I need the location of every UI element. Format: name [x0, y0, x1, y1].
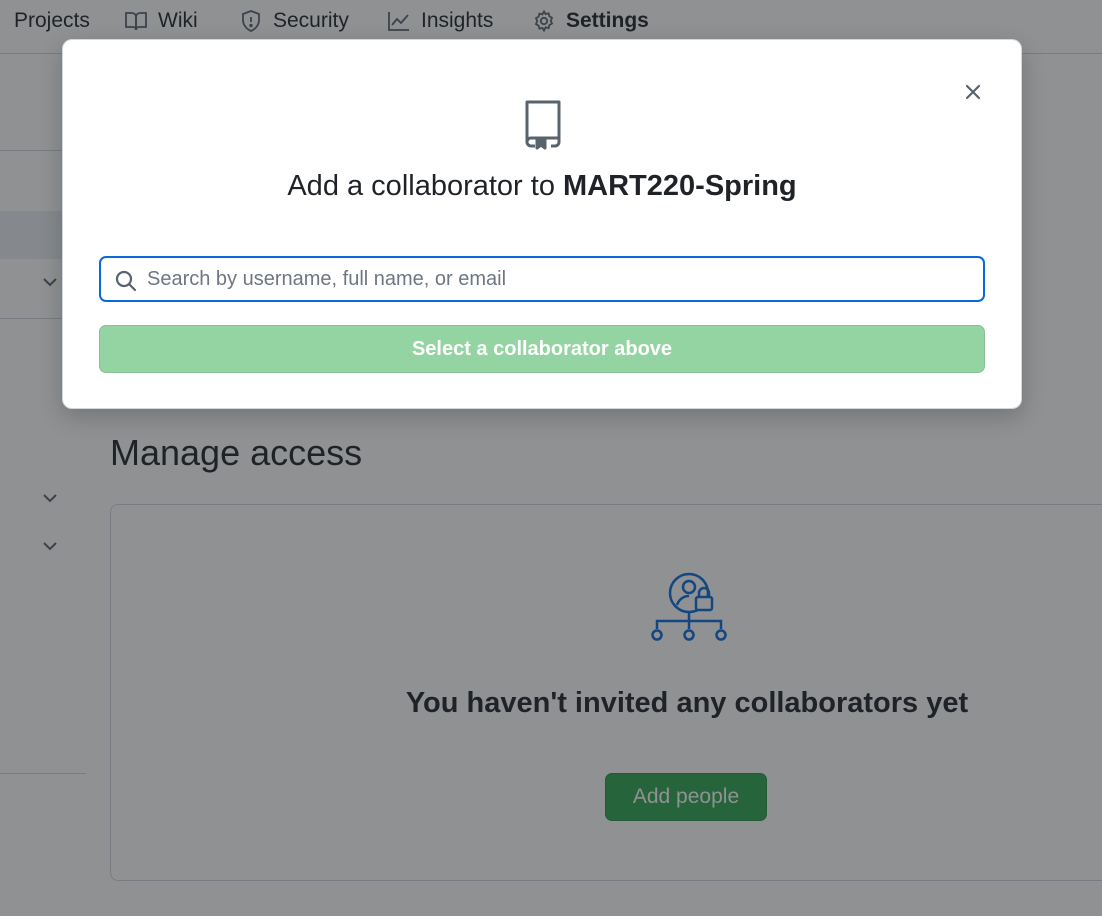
search-icon — [115, 270, 137, 292]
close-icon — [965, 84, 981, 100]
repo-icon — [525, 100, 561, 150]
close-button[interactable] — [959, 78, 987, 106]
collaborator-search-input[interactable] — [147, 258, 967, 300]
dialog-title: Add a collaborator to MART220-Spring — [63, 170, 1021, 203]
dialog-title-prefix: Add a collaborator to — [287, 170, 564, 202]
repository-name: MART220-Spring — [563, 170, 797, 202]
collaborator-search-field[interactable] — [99, 256, 985, 302]
select-collaborator-button[interactable]: Select a collaborator above — [99, 325, 985, 373]
add-collaborator-dialog: Add a collaborator to MART220-Spring Sel… — [62, 39, 1022, 409]
